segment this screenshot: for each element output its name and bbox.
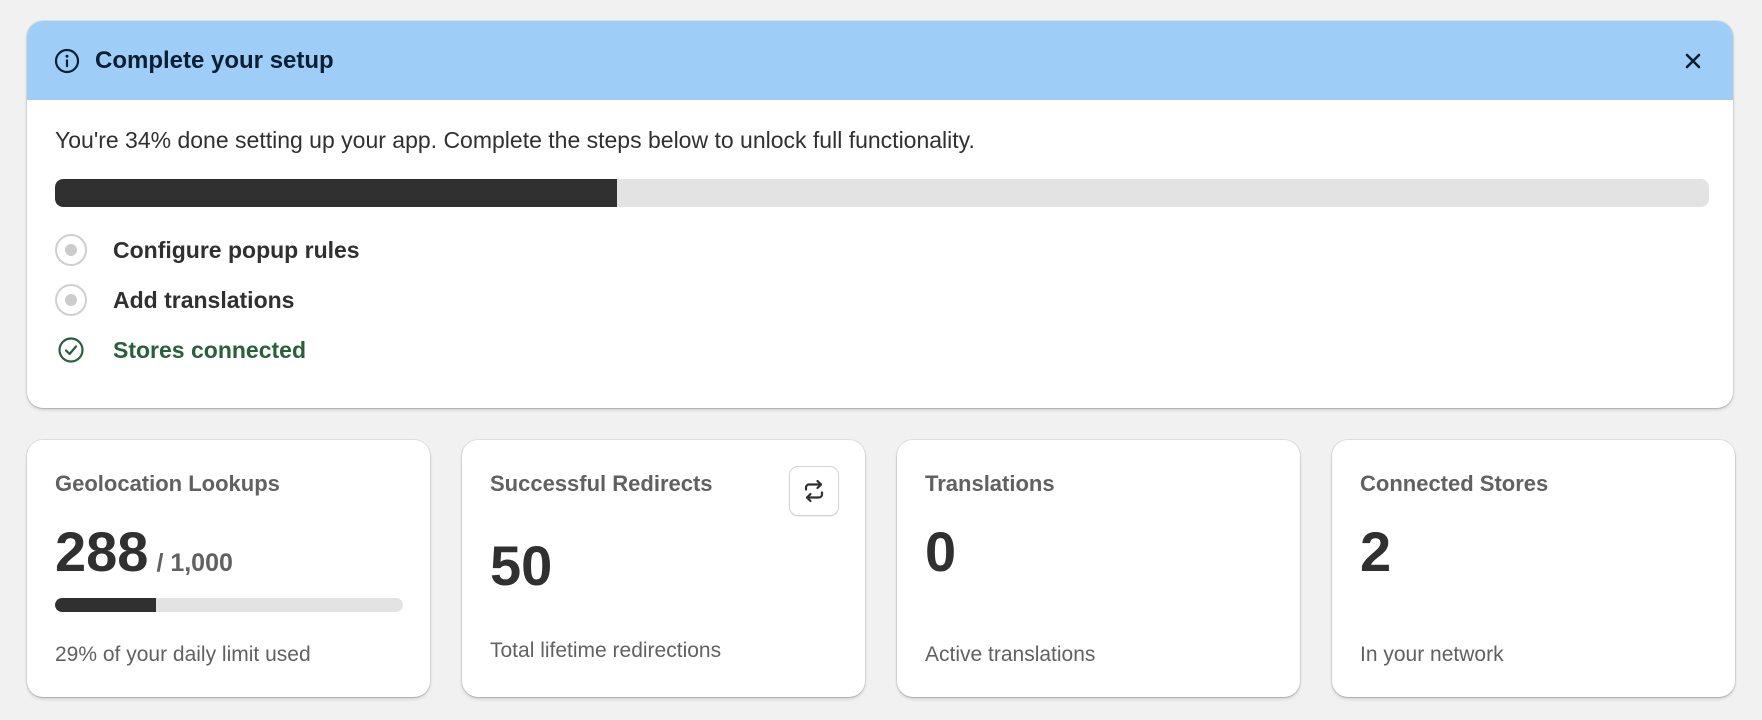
setup-progress-fill [55, 179, 618, 207]
info-icon [53, 47, 81, 75]
stat-card-geolocation-lookups: Geolocation Lookups 288 / 1,000 29% of y… [27, 440, 430, 697]
refresh-icon [804, 479, 824, 503]
step-configure-popup-rules[interactable]: Configure popup rules [55, 225, 1706, 275]
step-label: Configure popup rules [113, 236, 360, 263]
stat-value-row: 50 [490, 534, 837, 598]
setup-body: You're 34% done setting up your app. Com… [27, 100, 1733, 375]
step-label: Add translations [113, 286, 295, 313]
stat-value: 50 [490, 534, 553, 597]
stat-title: Geolocation Lookups [55, 471, 280, 496]
stat-caption: Active translations [925, 643, 1096, 666]
setup-card: Complete your setup You're 34% done sett… [27, 21, 1733, 408]
setup-step-list: Configure popup rules Add translations S… [55, 225, 1706, 375]
setup-progress-bar [55, 179, 1709, 207]
setup-header: Complete your setup [27, 21, 1733, 100]
step-incomplete-icon [55, 234, 87, 266]
stat-caption: 29% of your daily limit used [55, 643, 311, 666]
stat-value-row: 2 [1360, 520, 1707, 584]
close-button[interactable] [1677, 45, 1709, 77]
stat-card-connected-stores: Connected Stores 2 In your network [1332, 440, 1735, 697]
close-icon [1685, 53, 1701, 68]
step-stores-connected[interactable]: Stores connected [55, 325, 1706, 375]
stat-caption: Total lifetime redirections [490, 639, 722, 662]
usage-progress-bar [55, 598, 403, 612]
stat-caption: In your network [1360, 643, 1504, 666]
stat-value: 0 [925, 520, 957, 583]
step-add-translations[interactable]: Add translations [55, 275, 1706, 325]
stat-value-row: 0 [925, 520, 1272, 584]
stat-value: 288 [55, 520, 149, 583]
stat-card-successful-redirects: Successful Redirects 50 Total lifetime r… [462, 440, 865, 697]
stat-value-row: 288 / 1,000 [55, 520, 402, 584]
setup-title: Complete your setup [95, 46, 334, 74]
check-circle-icon [55, 334, 87, 366]
stat-title: Translations [925, 471, 1055, 496]
stat-limit: / 1,000 [156, 549, 233, 577]
step-incomplete-icon [55, 284, 87, 316]
step-label: Stores connected [113, 336, 306, 363]
stat-value: 2 [1360, 520, 1392, 583]
stat-card-translations: Translations 0 Active translations [897, 440, 1300, 697]
refresh-button[interactable] [790, 467, 838, 515]
stat-title: Connected Stores [1360, 471, 1549, 496]
usage-progress-fill [55, 598, 156, 612]
stat-title: Successful Redirects [490, 471, 713, 496]
step-incomplete-dot [65, 294, 77, 306]
step-incomplete-dot [65, 244, 77, 256]
setup-description: You're 34% done setting up your app. Com… [55, 127, 975, 153]
